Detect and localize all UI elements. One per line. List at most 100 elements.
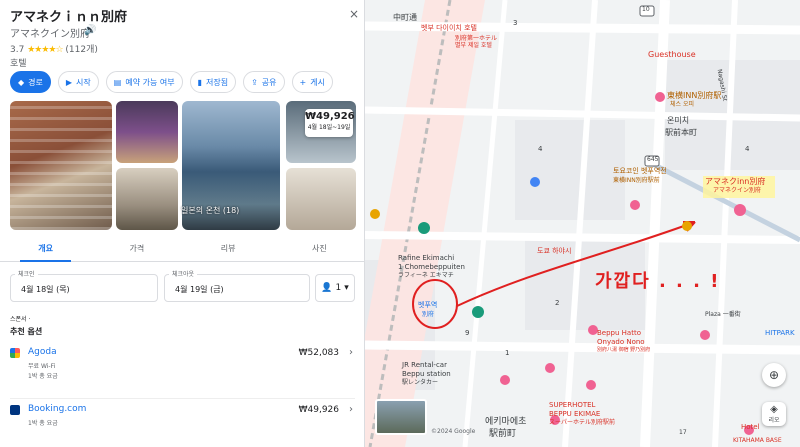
- poi-superhotel2: BEPPU EKIMAE: [549, 410, 601, 418]
- app-root: アマネクｉｎｎ別府 × アマネクイン別府 🔊 3.7 ★★★★☆ (112개) …: [0, 0, 800, 447]
- pin: [545, 363, 555, 373]
- tab-reviews[interactable]: 리뷰: [183, 234, 274, 261]
- checkin-label: 체크인: [15, 269, 38, 278]
- guest-count: 1: [335, 283, 342, 293]
- chevron-down-icon: ▾: [344, 283, 349, 293]
- agoda-logo-icon: [10, 348, 20, 358]
- pin: [472, 306, 484, 318]
- share-label: 공유: [261, 77, 277, 87]
- map-copyright: ©2024 Google: [431, 428, 476, 435]
- rating-value: 3.7: [10, 45, 25, 55]
- layers-button[interactable]: ◈ 리오: [762, 402, 786, 426]
- poi-tokyo: 도쿄 하야시: [537, 247, 572, 255]
- offer-note: 1박 총 요금: [28, 373, 58, 380]
- poi-jr-rent: JR Rental-car: [402, 361, 447, 369]
- poi-chest: 체스 오피: [670, 101, 694, 108]
- tab-prices[interactable]: 가격: [91, 234, 182, 261]
- tab-photos[interactable]: 사진: [274, 234, 364, 261]
- route-num: 17: [679, 429, 687, 436]
- route-num: 645: [647, 156, 659, 163]
- offer-detail: 무료 Wi-Fi: [28, 363, 56, 370]
- start-label: 시작: [76, 77, 91, 87]
- street-naka-label: 中町通: [393, 13, 417, 22]
- area-onemichi: 온미치: [667, 116, 690, 125]
- action-bar: ◆ 경로 ▶ 시작 ▤ 예약 가능 여부 ▮ 저장됨 ⇪ 공유 + 게시: [10, 71, 333, 93]
- target-icon: ⊕: [768, 368, 780, 382]
- offer-agoda[interactable]: Agoda 무료 Wi-Fi 1박 총 요금 ₩52,083 ›: [10, 344, 355, 384]
- rating-row: 3.7 ★★★★☆ (112개): [10, 42, 98, 55]
- poi-superhotel: SUPERHOTEL: [549, 401, 596, 409]
- availability-button[interactable]: ▤ 예약 가능 여부: [105, 71, 183, 93]
- directions-button[interactable]: ◆ 경로: [10, 71, 51, 93]
- close-icon[interactable]: ×: [349, 7, 359, 21]
- poi-jr-rent-jp: 駅レンタカー: [402, 379, 439, 386]
- calendar-icon: ▤: [113, 77, 122, 87]
- review-count[interactable]: (112개): [65, 45, 97, 55]
- share-icon: ⇪: [251, 77, 258, 87]
- photo-room[interactable]: [116, 168, 178, 230]
- poi-onyado: Onyado Nono: [597, 338, 645, 346]
- poi-daiichi-jp: 別府第一ホテル 별부 제일 호텔: [455, 35, 498, 49]
- pin: [586, 380, 596, 390]
- price-badge-dates: 4월 18일~19일: [307, 124, 351, 131]
- poi-kitahama: KITAHAMA BASE: [733, 437, 782, 444]
- booking-logo-icon: [10, 405, 20, 415]
- map-block: [515, 120, 625, 220]
- checkout-value: 4월 19일 (금): [175, 285, 224, 294]
- area-ekimae-jp: 駅前町: [489, 429, 517, 439]
- block-number: 1: [505, 349, 510, 357]
- speaker-icon[interactable]: 🔊: [84, 25, 96, 36]
- pin: [700, 330, 710, 340]
- poi-rafine: Rafine Ekimachi: [398, 254, 455, 262]
- place-panel: アマネクｉｎｎ別府 × アマネクイン別府 🔊 3.7 ★★★★☆ (112개) …: [0, 0, 365, 447]
- pin: [530, 177, 540, 187]
- post-button[interactable]: + 게시: [291, 71, 333, 93]
- photo-exterior[interactable]: [10, 101, 112, 230]
- saved-label: 저장됨: [206, 77, 229, 87]
- checkin-field[interactable]: 체크인 4월 18일 (목): [10, 269, 158, 302]
- saved-button[interactable]: ▮ 저장됨: [189, 71, 237, 93]
- guest-selector[interactable]: 👤 1 ▾: [315, 274, 355, 302]
- chevron-right-icon: ›: [349, 347, 353, 358]
- checkout-label: 체크아웃: [169, 269, 198, 278]
- road: [365, 231, 800, 244]
- pin: [630, 200, 640, 210]
- poi-guesthouse: Guesthouse: [648, 50, 696, 59]
- pin: [682, 221, 692, 231]
- handwritten-annotation: 가깝다 . . . !: [595, 271, 721, 292]
- offer-price: ₩52,083: [298, 348, 339, 358]
- block-number: 2: [555, 299, 560, 307]
- street-view-thumbnail[interactable]: [375, 399, 427, 435]
- station-label[interactable]: 벳푸역: [418, 301, 437, 310]
- poi-beppu-hatto: Beppu Hatto: [597, 329, 641, 337]
- poi-hotel: Hotel: [741, 423, 760, 431]
- place-subtitle: アマネクイン別府: [10, 29, 90, 40]
- price-badge[interactable]: ₩49,926 4월 18일~19일: [305, 109, 355, 137]
- recommended-heading: 추천 옵션: [10, 327, 43, 336]
- poi-onyado-jp: 別府八湯 御宿 野乃別府: [597, 347, 651, 353]
- availability-label: 예약 가능 여부: [125, 77, 175, 87]
- map-view[interactable]: 中町通 10 벳부 다이이치 호텔 別府第一ホテル 별부 제일 호텔 Guest…: [365, 0, 800, 447]
- block-number: 3: [513, 19, 518, 27]
- poi-plaza: Plaza 一番街: [705, 311, 741, 318]
- offer-detail: 1박 총 요금: [28, 420, 58, 427]
- my-location-button[interactable]: ⊕: [762, 363, 786, 387]
- photo-washroom[interactable]: [286, 168, 356, 230]
- offer-booking[interactable]: Booking.com 1박 총 요금 ₩49,926 ›: [10, 398, 355, 438]
- station-label-jp: 別府: [422, 311, 435, 318]
- photo-lounge[interactable]: [116, 101, 178, 163]
- pin: [370, 209, 380, 219]
- tab-overview[interactable]: 개요: [0, 234, 91, 262]
- pin: [500, 375, 510, 385]
- block-number: 4: [745, 145, 750, 153]
- poi-jr-rent2: Beppu station: [402, 370, 451, 378]
- poi-amanek[interactable]: アマネクinn別府: [705, 177, 765, 187]
- start-button[interactable]: ▶ 시작: [57, 71, 99, 93]
- post-label: 게시: [310, 77, 325, 87]
- share-button[interactable]: ⇪ 공유: [243, 71, 285, 93]
- checkout-field[interactable]: 체크아웃 4월 19일 (금): [164, 269, 310, 302]
- place-title: アマネクｉｎｎ別府: [10, 10, 128, 25]
- route-num: 10: [642, 6, 650, 13]
- poi-daiichi: 벳부 다이이치 호텔: [421, 24, 477, 32]
- tab-bar: 개요 가격 리뷰 사진: [0, 234, 364, 262]
